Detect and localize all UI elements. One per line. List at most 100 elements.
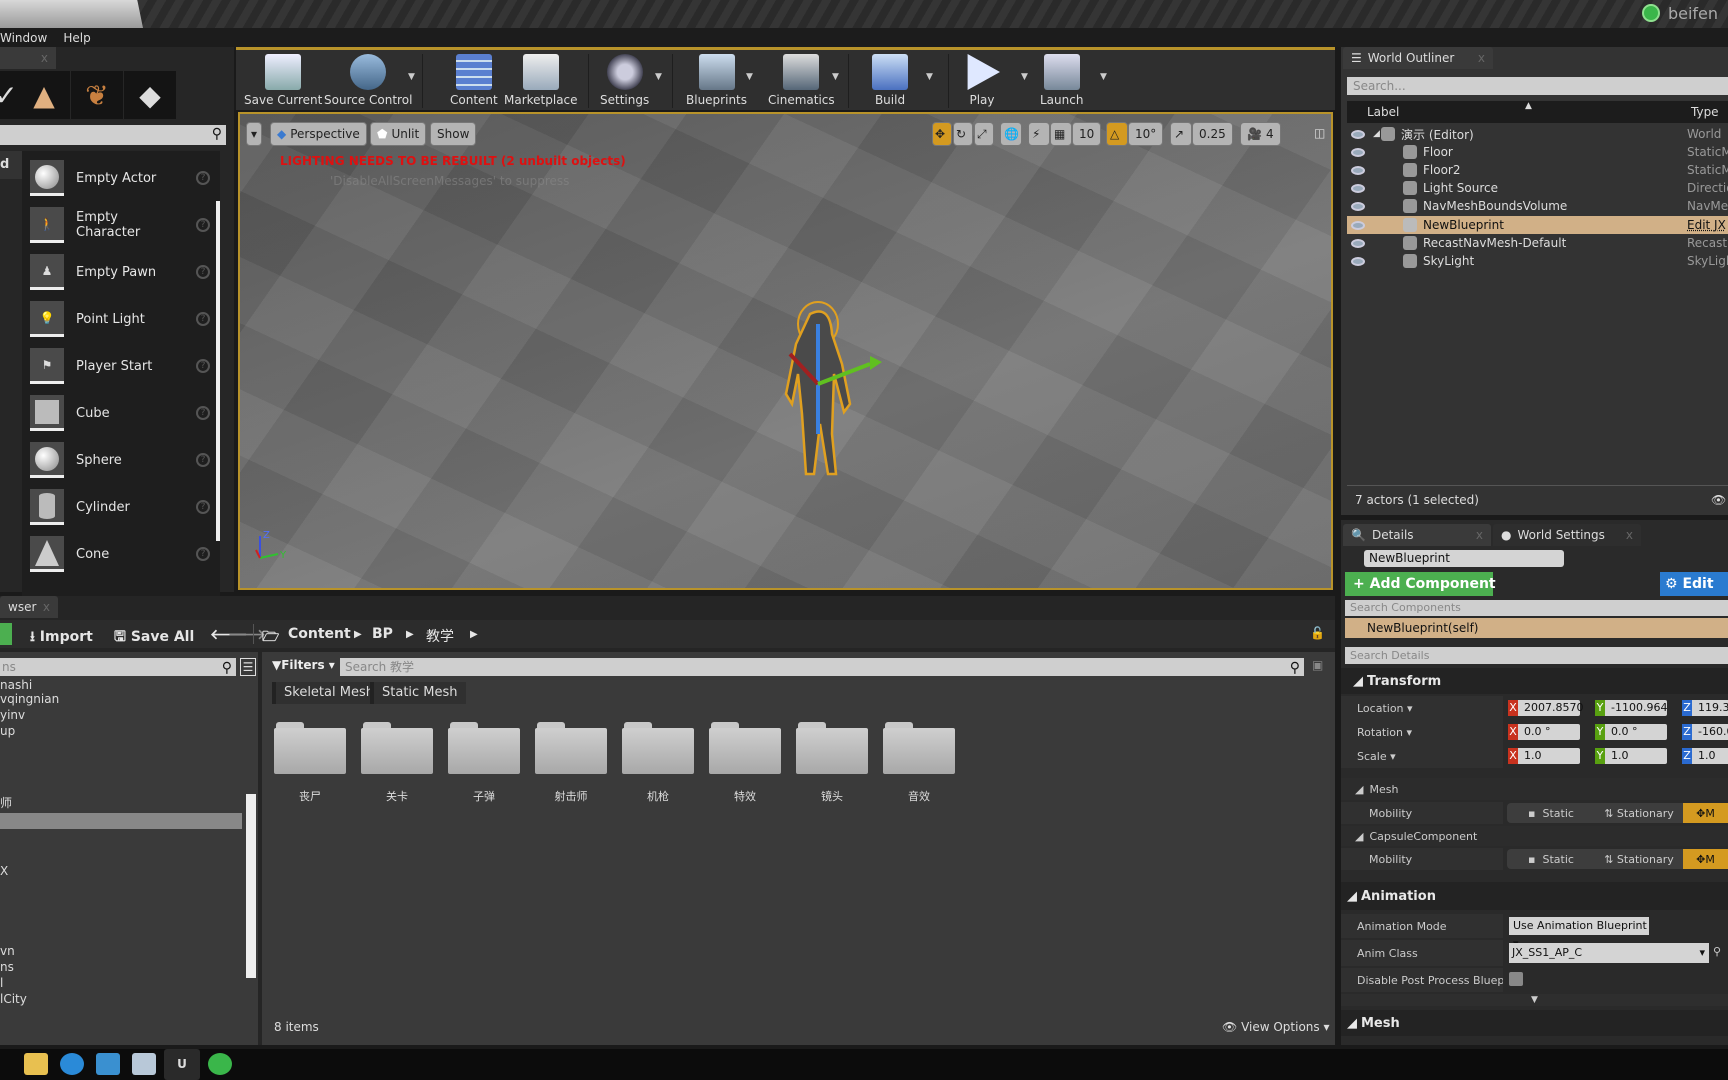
save-search-icon[interactable]: ▣ (1312, 658, 1323, 672)
asset-search-input[interactable]: Search 教学 ⚲ (340, 658, 1304, 676)
sources-search-input[interactable]: ns ⚲ (0, 658, 236, 676)
edit-blueprint-button[interactable]: ⚙ Edit (1660, 572, 1728, 596)
location-z-field[interactable]: Z 119.3 (1682, 700, 1728, 716)
folder-icon[interactable] (622, 722, 694, 774)
help-icon[interactable]: ? (196, 171, 210, 185)
mobility-toggle[interactable]: ▪ Static ⇅ Stationary ✥ M (1507, 803, 1728, 823)
menu-window[interactable]: Window (0, 31, 47, 45)
category-animation[interactable]: ◢ Animation (1341, 882, 1728, 910)
subcategory-mesh[interactable]: ◢ Mesh (1341, 778, 1728, 800)
tab-details[interactable]: 🔍 Details x (1343, 524, 1491, 546)
scale-label[interactable]: Scale ▾ (1341, 744, 1503, 768)
close-icon[interactable]: x (1626, 528, 1633, 542)
window-tab[interactable] (0, 0, 143, 28)
folder-name[interactable]: 镜头 (796, 788, 868, 804)
place-list-scrollbar[interactable] (216, 201, 220, 541)
search-details-input[interactable]: Search Details (1345, 647, 1728, 664)
tree-item[interactable]: X (0, 864, 8, 878)
place-item-empty-pawn[interactable]: ♟ Empty Pawn? (30, 251, 210, 293)
scale-z-field[interactable]: Z 1.0 (1682, 748, 1728, 764)
visibility-eye-icon[interactable] (1351, 257, 1365, 266)
marketplace-button[interactable]: Marketplace (504, 53, 578, 111)
help-icon[interactable]: ? (196, 359, 210, 373)
tree-item[interactable]: 师 (0, 794, 12, 811)
place-item-sphere[interactable]: Sphere? (30, 439, 210, 481)
mobility-toggle[interactable]: ▪ Static ⇅ Stationary ✥ M (1507, 849, 1728, 869)
rotation-snap-value[interactable]: 10° (1128, 122, 1163, 146)
show-button[interactable]: Show (430, 122, 476, 146)
folder-icon[interactable] (274, 722, 346, 774)
close-icon[interactable]: x (1478, 51, 1485, 65)
outliner-row[interactable]: SkyLightSkyLigh (1347, 252, 1728, 270)
outliner-row[interactable]: NewBlueprint Edit JX (1347, 216, 1728, 234)
breadcrumb-sep[interactable]: ▶ (354, 629, 362, 640)
help-icon[interactable]: ? (196, 500, 210, 514)
chevron-down-icon[interactable]: ▼ (1021, 72, 1028, 82)
outliner-row[interactable]: RecastNavMesh-DefaultRecastN (1347, 234, 1728, 252)
outliner-row[interactable]: Light SourceDirectio (1347, 179, 1728, 197)
disable-pp-checkbox[interactable] (1509, 972, 1523, 986)
add-component-button[interactable]: + Add Component (1345, 572, 1493, 596)
breadcrumb-jiaoxue[interactable]: 教学 (426, 626, 454, 646)
menu-help[interactable]: Help (63, 31, 90, 45)
scale-snap-value[interactable]: 0.25 (1192, 122, 1233, 146)
translate-tool-icon[interactable]: ✥ (932, 122, 952, 146)
place-item-cone[interactable]: Cone? (30, 533, 210, 575)
view-mode-button[interactable]: ⬟ Unlit (370, 122, 426, 146)
category-mesh[interactable]: ◢ Mesh (1341, 1010, 1728, 1036)
filters-button[interactable]: ▼Filters ▾ (272, 658, 335, 672)
world-local-icon[interactable]: 🌐 (1000, 122, 1022, 146)
place-item-empty-actor[interactable]: Empty Actor? (30, 157, 210, 199)
outliner-row[interactable]: Floor StaticM (1347, 143, 1728, 161)
folder-icon[interactable] (448, 722, 520, 774)
mobility-static[interactable]: ▪ Static (1507, 849, 1595, 869)
filter-chip-skeletal-mesh[interactable]: Skeletal Mesh (272, 682, 382, 704)
actor-name-field[interactable]: NewBlueprint (1364, 550, 1564, 567)
filter-chip-static-mesh[interactable]: Static Mesh (370, 682, 466, 704)
tab-world-settings[interactable]: ● World Settings x (1493, 524, 1641, 546)
folder-name[interactable]: 子弹 (448, 788, 520, 804)
modes-search-input[interactable]: ⚲ (0, 125, 226, 145)
folder-icon[interactable] (535, 722, 607, 774)
blueprints-button[interactable]: Blueprints (686, 53, 747, 111)
level-viewport[interactable]: ▾ ◆ Perspective ⬟ Unlit Show ✥ ↻ ⤢ 🌐 ⚡ ▦ 1… (238, 112, 1333, 590)
browser-icon[interactable] (60, 1053, 84, 1075)
folder-icon[interactable] (361, 722, 433, 774)
folder-icon[interactable] (796, 722, 868, 774)
chevron-down-icon[interactable]: ▼ (655, 72, 662, 82)
tree-item[interactable]: nashi (0, 678, 32, 692)
location-x-field[interactable]: X 2007.8570 (1508, 700, 1580, 716)
folder-name[interactable]: 特效 (709, 788, 781, 804)
visibility-eye-icon[interactable] (1351, 148, 1365, 157)
rotation-z-field[interactable]: Z-160.0 (1682, 724, 1728, 740)
scale-y-field[interactable]: Y 1.0 (1595, 748, 1667, 764)
rotation-snap-icon[interactable]: △ (1106, 122, 1128, 146)
settings-button[interactable]: Settings (600, 53, 649, 111)
folder-icon[interactable] (883, 722, 955, 774)
help-icon[interactable]: ? (196, 453, 210, 467)
rotation-y-field[interactable]: Y 0.0 ° (1595, 724, 1667, 740)
folder-name[interactable]: 音效 (883, 788, 955, 804)
place-item-point-light[interactable]: 💡 Point Light? (30, 298, 210, 340)
perspective-button[interactable]: ◆ Perspective (270, 122, 367, 146)
visibility-eye-icon[interactable] (1351, 202, 1365, 211)
grid-snap-value[interactable]: 10 (1072, 122, 1101, 146)
chevron-down-icon[interactable]: ▼ (746, 72, 753, 82)
outliner-row[interactable]: Floor2 StaticM (1347, 161, 1728, 179)
play-button[interactable]: Play (964, 53, 1000, 111)
visibility-eye-icon[interactable] (1351, 239, 1365, 248)
mobility-static[interactable]: ▪ Static (1507, 803, 1595, 823)
cinematics-button[interactable]: Cinematics (768, 53, 835, 111)
folder-name[interactable]: 关卡 (361, 788, 433, 804)
mobility-stationary[interactable]: ⇅ Stationary (1595, 803, 1683, 823)
content-button[interactable]: Content (450, 53, 498, 111)
anim-class-select[interactable]: JX_SS1_AP_C ▾ (1509, 943, 1709, 963)
chevron-down-icon[interactable]: ▼ (1100, 72, 1107, 82)
scale-snap-icon[interactable]: ↗ (1170, 122, 1192, 146)
subcategory-capsule[interactable]: ◢ CapsuleComponent (1341, 826, 1728, 846)
breadcrumb-sep[interactable]: ▶ (406, 629, 414, 640)
save-all-button[interactable]: 🖫 Save All (114, 626, 194, 650)
chevron-down-icon[interactable]: ▼ (408, 72, 415, 82)
outliner-row[interactable]: NavMeshBoundsVolumeNavMes (1347, 197, 1728, 215)
component-self-row[interactable]: NewBlueprint(self) (1345, 618, 1728, 638)
